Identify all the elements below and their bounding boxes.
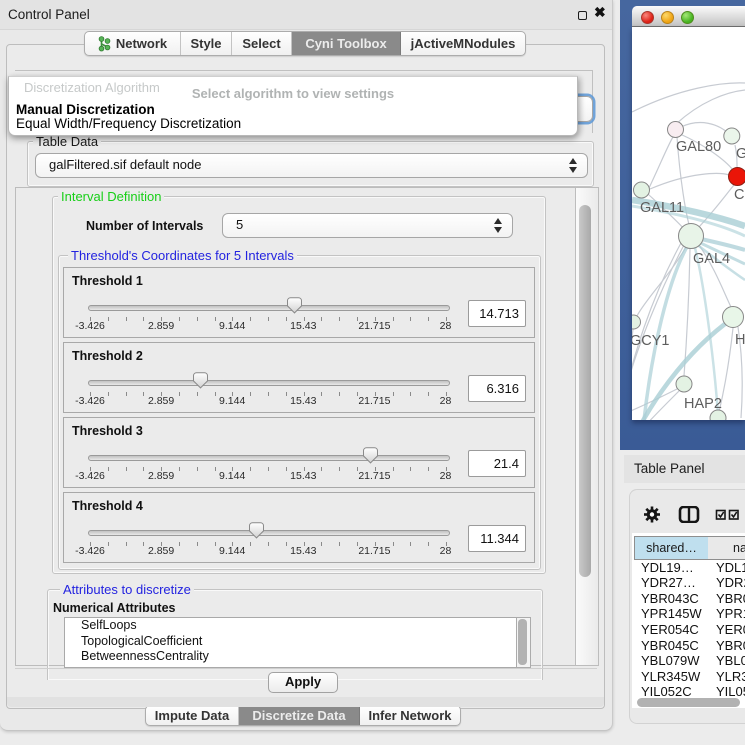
svg-text:HAP2: HAP2 [684, 396, 722, 412]
svg-text:HAP1: HAP1 [735, 332, 745, 348]
svg-text:GAL4: GAL4 [693, 251, 730, 267]
svg-text:GCY1: GCY1 [632, 333, 670, 349]
svg-text:GAL11: GAL11 [640, 200, 684, 216]
svg-text:GAL80: GAL80 [676, 139, 721, 155]
svg-text:GRR1: GRR1 [736, 146, 745, 162]
svg-text:CYC8: CYC8 [734, 187, 745, 203]
